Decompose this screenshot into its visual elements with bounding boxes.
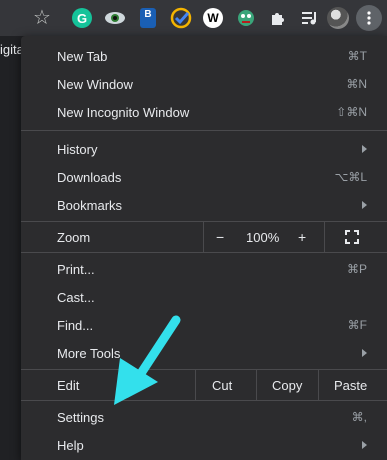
page-content: igital xyxy=(0,36,21,460)
zoom-divider xyxy=(324,222,325,252)
menu-item-label: Downloads xyxy=(57,169,122,185)
menu-item-shortcut: ⌘F xyxy=(347,318,367,332)
menu-item-new-tab[interactable]: New Tab ⌘T xyxy=(21,42,387,70)
menu-item-print[interactable]: Print... ⌘P xyxy=(21,255,387,283)
menu-item-label: New Tab xyxy=(57,48,108,64)
menu-item-bookmarks[interactable]: Bookmarks xyxy=(21,191,387,219)
submenu-arrow-icon xyxy=(362,441,367,449)
menu-item-find[interactable]: Find... ⌘F xyxy=(21,311,387,339)
chrome-main-menu: New Tab ⌘T New Window ⌘N New Incognito W… xyxy=(21,36,387,460)
avatar[interactable] xyxy=(326,6,350,30)
edit-divider xyxy=(195,370,196,400)
menu-item-label: Cast... xyxy=(57,289,95,305)
menu-separator xyxy=(21,130,387,131)
menu-item-label: History xyxy=(57,141,98,157)
menu-item-new-window[interactable]: New Window ⌘N xyxy=(21,70,387,98)
grammarly-letter: G xyxy=(72,8,92,28)
menu-item-history[interactable]: History xyxy=(21,135,387,163)
zoom-out-button[interactable]: − xyxy=(216,229,224,245)
eye-icon[interactable] xyxy=(103,6,127,30)
edit-divider xyxy=(256,370,257,400)
menu-item-more-tools[interactable]: More Tools xyxy=(21,339,387,367)
menu-item-edit: Edit Cut Copy Paste xyxy=(21,370,387,400)
mascot-icon[interactable] xyxy=(234,6,258,30)
browser-toolbar: ☆ G B W xyxy=(0,0,387,36)
edit-label: Edit xyxy=(57,377,80,393)
menu-item-help[interactable]: Help xyxy=(21,431,387,459)
todo-check-icon[interactable] xyxy=(169,6,193,30)
menu-item-shortcut: ⌘T xyxy=(347,49,367,63)
kebab-menu-icon[interactable] xyxy=(356,5,382,31)
bookmark-ext-letter: B xyxy=(140,8,156,28)
zoom-divider xyxy=(203,222,204,252)
copy-button[interactable]: Copy xyxy=(272,378,302,393)
menu-separator xyxy=(21,400,387,401)
menu-item-new-incognito-window[interactable]: New Incognito Window ⇧⌘N xyxy=(21,98,387,126)
cut-button[interactable]: Cut xyxy=(212,378,232,393)
zoom-in-button[interactable]: + xyxy=(298,229,306,245)
menu-item-label: Help xyxy=(57,437,84,453)
menu-item-label: Find... xyxy=(57,317,94,333)
menu-item-zoom: Zoom − 100% + xyxy=(21,222,387,252)
media-icon[interactable] xyxy=(298,6,322,30)
menu-item-cast[interactable]: Cast... xyxy=(21,283,387,311)
submenu-arrow-icon xyxy=(362,145,367,153)
menu-item-label: Settings xyxy=(57,409,104,425)
star-icon[interactable]: ☆ xyxy=(30,6,54,30)
zoom-label: Zoom xyxy=(57,229,91,245)
fullscreen-icon[interactable] xyxy=(345,230,359,244)
menu-item-shortcut: ⌘N xyxy=(346,77,367,91)
puzzle-icon[interactable] xyxy=(266,6,290,30)
menu-item-downloads[interactable]: Downloads ⌥⌘L xyxy=(21,163,387,191)
page-tab-text: igital xyxy=(0,42,21,57)
menu-item-label: More Tools xyxy=(57,345,121,361)
wiki-icon[interactable]: W xyxy=(201,6,225,30)
menu-item-shortcut: ⌘P xyxy=(346,262,367,276)
avatar-image xyxy=(327,7,349,29)
edit-divider xyxy=(318,370,319,400)
wiki-letter: W xyxy=(203,8,223,28)
submenu-arrow-icon xyxy=(362,201,367,209)
menu-item-label: New Window xyxy=(57,76,133,92)
bookmark-ext-icon[interactable]: B xyxy=(136,6,160,30)
menu-item-label: New Incognito Window xyxy=(57,104,190,120)
grammarly-icon[interactable]: G xyxy=(70,6,94,30)
menu-item-label: Print... xyxy=(57,261,95,277)
menu-item-label: Bookmarks xyxy=(57,197,123,213)
submenu-arrow-icon xyxy=(362,349,367,357)
menu-separator xyxy=(21,252,387,253)
menu-item-settings[interactable]: Settings ⌘, xyxy=(21,403,387,431)
menu-item-shortcut: ⌥⌘L xyxy=(334,170,367,184)
paste-button[interactable]: Paste xyxy=(334,378,367,393)
zoom-level: 100% xyxy=(246,229,280,245)
menu-item-shortcut: ⇧⌘N xyxy=(336,105,367,119)
menu-item-shortcut: ⌘, xyxy=(351,410,367,424)
